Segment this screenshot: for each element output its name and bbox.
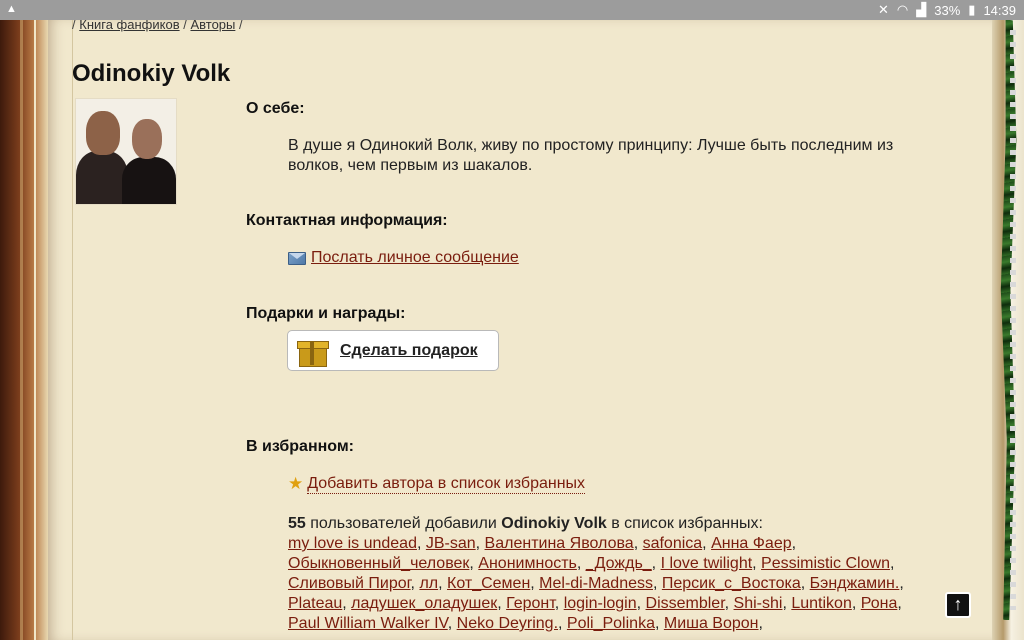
gift-icon <box>296 336 329 367</box>
add-to-favorites-link[interactable]: Добавить автора в список избранных <box>307 475 586 494</box>
favorite-user-link[interactable]: Кот_Семен <box>447 575 530 592</box>
battery-icon: ▮ <box>968 2 976 17</box>
favorite-user-link[interactable]: Dissembler <box>646 595 725 612</box>
favorites-heading: В избранном: <box>246 438 354 455</box>
favorites-author: Odinokiy Volk <box>501 515 607 532</box>
envelope-icon <box>288 251 306 265</box>
favorite-user-link[interactable]: Персик_с_Востока <box>662 575 801 592</box>
favorite-user-link[interactable]: Plateau <box>288 595 342 612</box>
make-gift-button[interactable]: Сделать подарок <box>287 330 499 371</box>
content-divider <box>72 20 73 640</box>
arrow-up-icon: ↑ <box>953 594 963 614</box>
favorite-user-link[interactable]: Pessimistic Clown <box>761 555 890 572</box>
contact-heading: Контактная информация: <box>246 212 448 229</box>
add-favorite-row: ★ Добавить автора в список избранных <box>288 474 586 494</box>
favorite-user-link[interactable]: Mel-di-Madness <box>539 575 653 592</box>
mute-icon: ✕ <box>878 2 889 17</box>
star-icon: ★ <box>288 474 304 493</box>
favorite-user-link[interactable]: Анонимность <box>478 555 577 572</box>
favorite-user-link[interactable]: I love twilight <box>661 555 753 572</box>
favorites-count-line: 55 пользователей добавили Odinokiy Volk … <box>288 515 763 532</box>
favorite-user-link[interactable]: Neko Deyring. <box>457 615 558 632</box>
favorite-user-link[interactable]: Paul William Walker IV <box>288 615 448 632</box>
scroll-to-top-button[interactable]: ↑ <box>945 592 971 618</box>
favorite-user-link[interactable]: Обыкновенный_человек <box>288 555 469 572</box>
make-gift-label: Сделать подарок <box>340 341 478 359</box>
battery-percent: 33% <box>934 2 961 18</box>
favorite-user-link[interactable]: Рона <box>861 595 898 612</box>
about-text: В душе я Одинокий Волк, живу по простому… <box>288 137 894 174</box>
avatar <box>75 98 177 205</box>
favorite-user-link[interactable]: лл <box>419 575 438 592</box>
favorite-user-link[interactable]: login-login <box>564 595 637 612</box>
page-title: Odinokiy Volk <box>72 60 231 87</box>
favorites-user-list: my love is undead, JB-san, Валентина Яво… <box>288 535 904 632</box>
favorite-user-link[interactable]: Luntikon <box>791 595 852 612</box>
contact-row: Послать личное сообщение <box>288 249 519 267</box>
favorite-user-link[interactable]: Миша Ворон <box>664 615 759 632</box>
send-message-link[interactable]: Послать личное сообщение <box>311 249 519 267</box>
favorite-user-link[interactable]: safonica <box>643 535 703 552</box>
notification-icon: ▲ <box>6 3 17 15</box>
signal-icon: ▟ <box>916 2 927 17</box>
favorites-count: 55 <box>288 515 306 532</box>
favorite-user-link[interactable]: Геронт <box>506 595 555 612</box>
favorite-user-link[interactable]: Валентина Яволова <box>485 535 634 552</box>
favorite-user-link[interactable]: Poli_Polinka <box>567 615 655 632</box>
about-heading: О себе: <box>246 100 305 117</box>
wifi-icon: ◠ <box>896 2 909 17</box>
book-left-edge <box>0 20 48 640</box>
book-rings <box>1010 30 1016 610</box>
favorite-user-link[interactable]: Сливовый Пирог <box>288 575 411 592</box>
favorite-user-link[interactable]: Бэнджамин. <box>810 575 900 592</box>
favorite-user-link[interactable]: _Дождь_ <box>586 555 652 572</box>
favorite-user-link[interactable]: my love is undead <box>288 535 417 552</box>
gifts-heading: Подарки и награды: <box>246 305 406 322</box>
clock: 14:39 <box>983 2 1016 18</box>
status-bar: ▲ ✕ ◠ ▟ 33% ▮ 14:39 <box>0 0 1024 20</box>
favorite-user-link[interactable]: Анна Фаер <box>711 535 792 552</box>
favorite-user-link[interactable]: ладушек_оладушек <box>351 595 497 612</box>
favorite-user-link[interactable]: Shi-shi <box>734 595 783 612</box>
favorite-user-link[interactable]: JB-san <box>426 535 476 552</box>
